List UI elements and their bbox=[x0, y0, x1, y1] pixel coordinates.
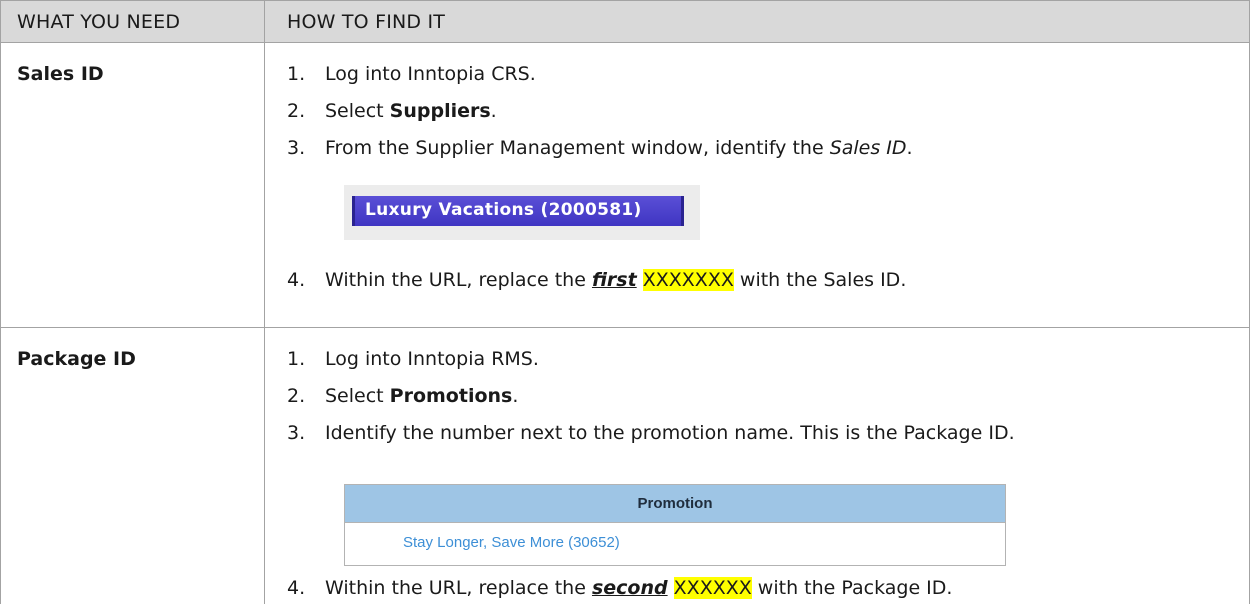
italic-term: Sales ID bbox=[829, 137, 907, 159]
highlighted-placeholder: XXXXXX bbox=[673, 577, 752, 599]
bold-term: Promotions bbox=[389, 385, 513, 407]
emphasized-term: first bbox=[591, 269, 637, 291]
step-text: Identify the number next to the promotio… bbox=[325, 422, 1015, 444]
supplier-banner-text: Luxury Vacations (2000581) bbox=[365, 200, 642, 220]
step-text: From the Supplier Management window, ide… bbox=[325, 137, 913, 159]
step-text: Within the URL, replace the second XXXXX… bbox=[325, 577, 953, 599]
step-text: Select Suppliers. bbox=[325, 100, 497, 122]
step-number: 4. bbox=[287, 269, 306, 291]
step-text: Log into Inntopia RMS. bbox=[325, 348, 539, 370]
step-number: 4. bbox=[287, 577, 306, 599]
step-number: 1. bbox=[287, 348, 306, 370]
instruction-table: WHAT YOU NEED HOW TO FIND IT Sales ID 1.… bbox=[0, 0, 1250, 604]
promotion-header-text: Promotion bbox=[637, 495, 713, 512]
promotion-screenshot: Promotion Stay Longer, Save More (30652) bbox=[344, 484, 1006, 566]
promotion-row: Stay Longer, Save More (30652) bbox=[345, 523, 1005, 565]
step-number: 2. bbox=[287, 385, 306, 407]
row-divider bbox=[0, 327, 1250, 328]
step-number: 3. bbox=[287, 422, 306, 444]
header-how-to-find-it: HOW TO FIND IT bbox=[287, 11, 446, 33]
table-border-top bbox=[0, 0, 1250, 1]
promotion-header: Promotion bbox=[345, 485, 1005, 523]
bold-term: Suppliers bbox=[389, 100, 491, 122]
step-text: Select Promotions. bbox=[325, 385, 519, 407]
step-number: 1. bbox=[287, 63, 306, 85]
row-label-package-id: Package ID bbox=[17, 348, 136, 370]
column-divider bbox=[264, 0, 265, 604]
promotion-link: Stay Longer, Save More (30652) bbox=[403, 534, 620, 551]
step-text: Within the URL, replace the first XXXXXX… bbox=[325, 269, 907, 291]
supplier-screenshot: Luxury Vacations (2000581) bbox=[344, 185, 700, 240]
emphasized-term: second bbox=[591, 577, 668, 599]
supplier-banner: Luxury Vacations (2000581) bbox=[352, 196, 684, 226]
table-border-left bbox=[0, 0, 1, 604]
header-divider bbox=[0, 42, 1250, 43]
table-header-row: WHAT YOU NEED HOW TO FIND IT bbox=[0, 0, 1250, 42]
row-label-sales-id: Sales ID bbox=[17, 63, 104, 85]
header-what-you-need: WHAT YOU NEED bbox=[17, 11, 181, 33]
step-text: Log into Inntopia CRS. bbox=[325, 63, 536, 85]
step-number: 3. bbox=[287, 137, 306, 159]
highlighted-placeholder: XXXXXXX bbox=[642, 269, 734, 291]
step-number: 2. bbox=[287, 100, 306, 122]
